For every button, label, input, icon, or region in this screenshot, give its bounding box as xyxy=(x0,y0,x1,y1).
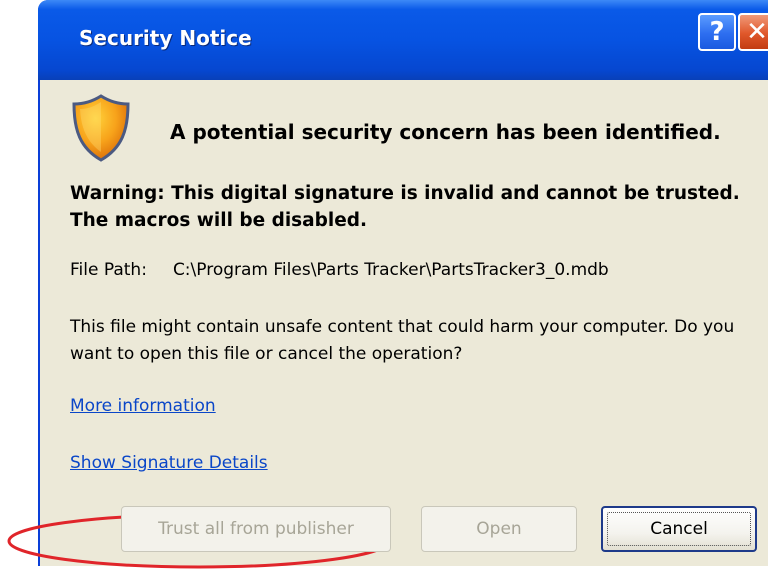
file-path-value: C:\Program Files\Parts Tracker\PartsTrac… xyxy=(172,260,609,280)
security-notice-dialog: Security Notice ? ✕ A potential security… xyxy=(7,0,768,569)
open-button[interactable]: Open xyxy=(421,506,577,552)
show-signature-details-link[interactable]: Show Signature Details xyxy=(70,453,268,473)
cancel-button[interactable]: Cancel xyxy=(601,506,757,552)
shield-warning-icon xyxy=(72,94,130,162)
more-information-link[interactable]: More information xyxy=(70,396,216,416)
close-icon: ✕ xyxy=(746,17,768,47)
file-path-row: File Path: C:\Program Files\Parts Tracker… xyxy=(70,260,609,280)
help-button[interactable]: ? xyxy=(698,13,736,51)
description-text: This file might contain unsafe content t… xyxy=(70,317,735,364)
close-button[interactable]: ✕ xyxy=(738,13,768,51)
trust-all-from-publisher-button[interactable]: Trust all from publisher xyxy=(121,506,391,552)
focus-rectangle xyxy=(607,512,751,546)
notice-heading: A potential security concern has been id… xyxy=(170,120,721,144)
warning-message: Warning: This digital signature is inval… xyxy=(70,183,740,231)
help-icon: ? xyxy=(709,17,725,47)
title-bar[interactable]: Security Notice ? ✕ xyxy=(38,0,768,80)
dialog-title: Security Notice xyxy=(79,26,252,50)
file-path-label: File Path: xyxy=(70,260,147,280)
dialog-body: A potential security concern has been id… xyxy=(7,80,768,569)
